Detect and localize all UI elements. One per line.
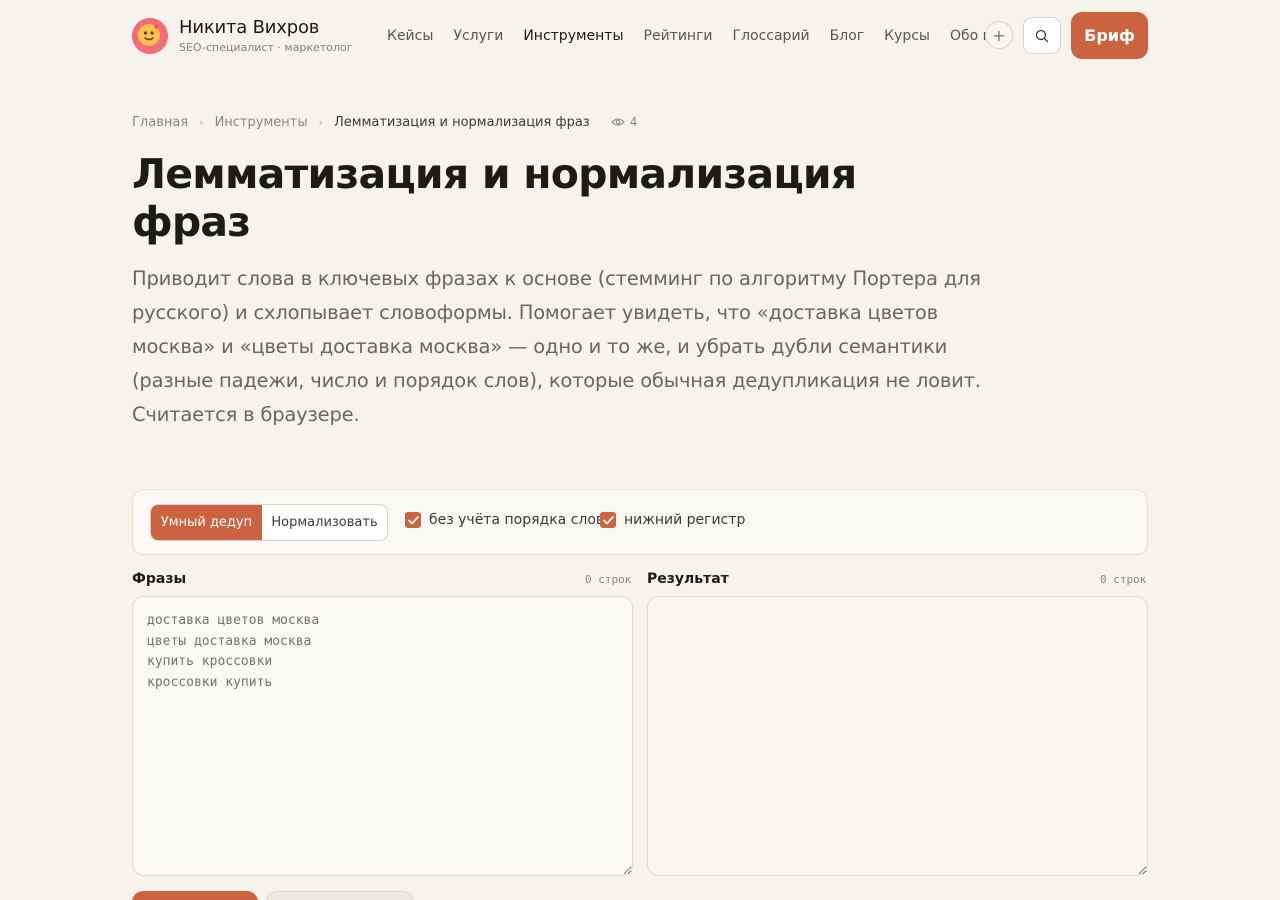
- nav-item-glossary[interactable]: Глоссарий: [733, 28, 810, 44]
- search-button[interactable]: [1023, 17, 1061, 54]
- plus-icon: +: [992, 25, 1006, 45]
- nav-item-services[interactable]: Услуги: [453, 28, 503, 44]
- breadcrumb-tools[interactable]: Инструменты: [215, 115, 308, 130]
- page-title: Лемматизация и нормализация фраз: [132, 150, 857, 246]
- lowercase-label: нижний регистр: [624, 512, 746, 528]
- result-output[interactable]: [647, 596, 1148, 876]
- checkmark-icon: [405, 512, 421, 528]
- main-nav: Кейсы Услуги Инструменты Рейтинги Глосса…: [387, 12, 1031, 59]
- brand-name: Никита Вихров: [179, 17, 320, 38]
- secondary-button[interactable]: [266, 891, 414, 900]
- brand-subtitle: SEO-специалист · маркетолог: [179, 41, 353, 54]
- input-line-count: 0 строк: [585, 573, 632, 586]
- brief-button[interactable]: Бриф: [1071, 12, 1148, 59]
- nav-item-courses[interactable]: Курсы: [884, 28, 930, 44]
- page-lead: Приводит слова в ключевых фразах к основ…: [132, 267, 981, 426]
- breadcrumb: Главная › Инструменты › Лемматизация и н…: [132, 112, 637, 132]
- tool-options: Умный дедуп Нормализовать без учёта поря…: [132, 489, 1148, 555]
- nav-item-tools[interactable]: Инструменты: [523, 28, 623, 44]
- mode-normalize[interactable]: Нормализовать: [262, 505, 387, 540]
- output-line-count: 0 строк: [1100, 573, 1147, 586]
- views-count: 4: [629, 115, 638, 129]
- emoji-avatar-icon: [132, 18, 168, 54]
- breadcrumb-home[interactable]: Главная: [132, 115, 188, 130]
- chevron-right-icon: ›: [318, 115, 323, 129]
- more-nav-button[interactable]: +: [985, 21, 1013, 49]
- checkmark-icon: [600, 512, 616, 528]
- output-label: Результат: [647, 571, 729, 587]
- lowercase-checkbox[interactable]: нижний регистр: [600, 512, 745, 528]
- eye-icon: [610, 118, 625, 126]
- breadcrumb-current: Лемматизация и нормализация фраз: [334, 114, 590, 130]
- site-header: Никита Вихров SEO-специалист · маркетоло…: [132, 12, 1148, 59]
- ignore-order-checkbox[interactable]: без учёта порядка слов: [405, 512, 604, 528]
- search-icon: [1035, 29, 1049, 42]
- nav-item-cases[interactable]: Кейсы: [387, 28, 433, 44]
- chevron-right-icon: ›: [199, 115, 204, 129]
- brand[interactable]: Никита Вихров SEO-специалист · маркетоло…: [132, 17, 353, 55]
- phrases-input[interactable]: [132, 596, 633, 876]
- views-counter: 4: [610, 115, 638, 129]
- brand-text: Никита Вихров SEO-специалист · маркетоло…: [179, 17, 353, 55]
- mode-switch: Умный дедуп Нормализовать: [150, 504, 388, 541]
- nav-item-ratings[interactable]: Рейтинги: [644, 28, 713, 44]
- run-button[interactable]: [132, 891, 258, 900]
- page: Никита Вихров SEO-специалист · маркетоло…: [0, 0, 1280, 900]
- ignore-order-label: без учёта порядка слов: [429, 512, 605, 528]
- nav-item-blog[interactable]: Блог: [830, 28, 864, 44]
- input-label: Фразы: [132, 571, 187, 587]
- mode-smart-dedup[interactable]: Умный дедуп: [151, 505, 262, 540]
